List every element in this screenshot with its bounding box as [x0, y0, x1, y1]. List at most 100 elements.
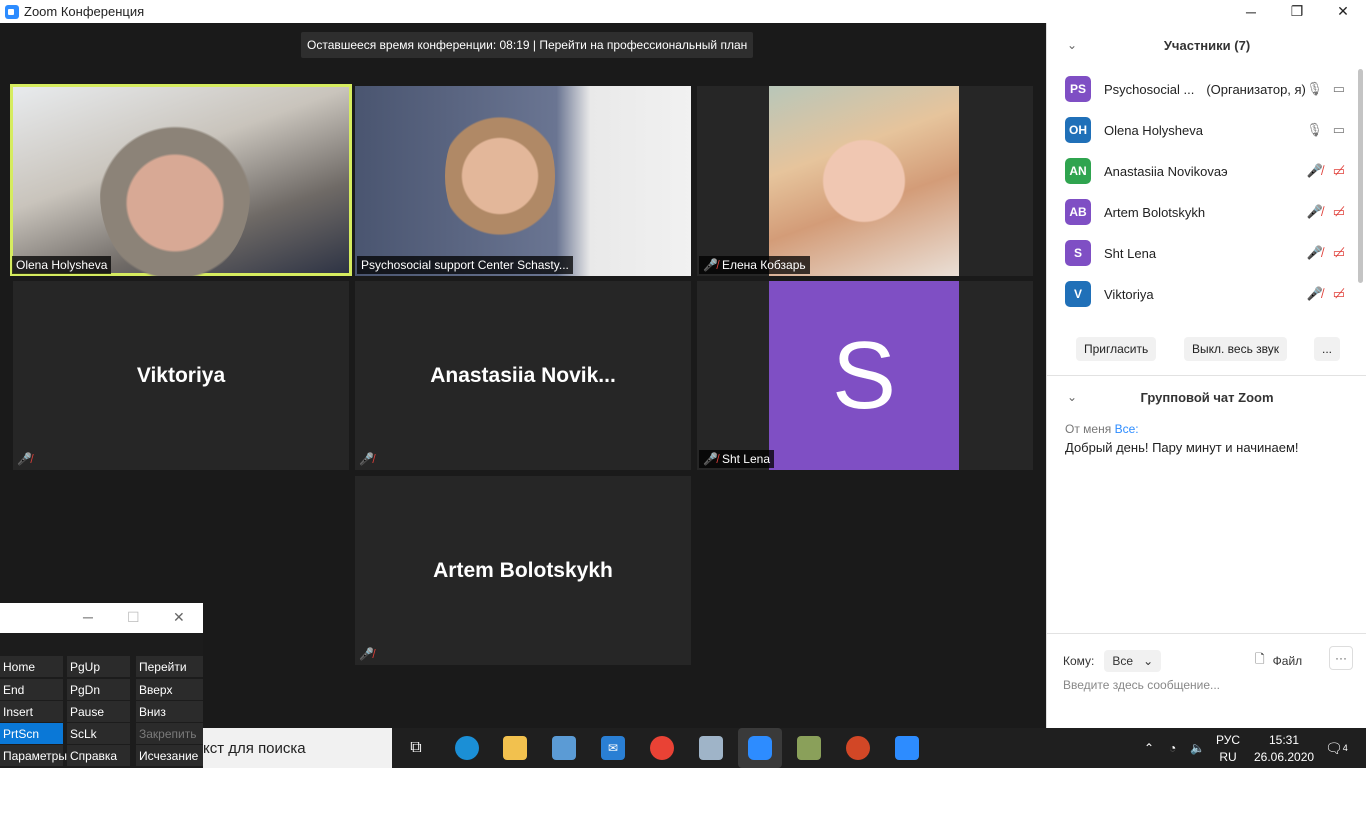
- video-tile-sht-lena[interactable]: S 🎤̸ Sht Lena: [697, 281, 1033, 470]
- task-view-icon[interactable]: ⧉: [404, 736, 428, 760]
- mic-icon[interactable]: 🎙: [1306, 122, 1323, 138]
- volume-icon[interactable]: 🔈: [1190, 728, 1205, 768]
- participant-name: Psychosocial ...: [1104, 81, 1195, 97]
- participant-name: Sht Lena: [1104, 245, 1157, 261]
- chat-sender: От меня Все:: [1065, 422, 1139, 436]
- edge-icon[interactable]: [455, 736, 479, 760]
- osk-key[interactable]: Исчезание: [136, 745, 203, 766]
- recipient-select[interactable]: Все ⌄: [1104, 650, 1162, 672]
- video-tile-psych[interactable]: Psychosocial support Center Schasty...: [355, 86, 691, 276]
- avatar: AN: [1065, 158, 1091, 184]
- camera-off-icon[interactable]: ▭̸: [1333, 204, 1345, 220]
- minimize-button[interactable]: ─: [1228, 0, 1274, 23]
- mic-icon[interactable]: 🎙: [1306, 81, 1323, 97]
- invite-button[interactable]: Пригласить: [1076, 337, 1157, 361]
- on-screen-keyboard: ─ ☐ ✕ Home PgUp Перейти End PgDn Вверх I…: [0, 603, 203, 768]
- participant-video: [100, 104, 250, 276]
- mic-muted-icon: 🎤̸: [17, 452, 32, 466]
- zoom-taskbar-button[interactable]: [738, 728, 782, 768]
- tile-name-label: Psychosocial support Center Schasty...: [357, 256, 573, 274]
- participant-row[interactable]: AB Artem Bolotskykh 🎤̸ ▭̸: [1065, 199, 1345, 225]
- video-tile-elena[interactable]: 🎤̸ Елена Кобзарь: [697, 86, 1033, 276]
- powerpoint-icon[interactable]: [846, 736, 870, 760]
- taskbar-search[interactable]: кст для поиска: [203, 728, 392, 768]
- chevron-down-icon[interactable]: ⌄: [1067, 390, 1077, 404]
- chrome-icon[interactable]: [650, 736, 674, 760]
- video-tile-anastasiia[interactable]: Anastasiia Novik... 🎤̸: [355, 281, 691, 470]
- camera-off-icon[interactable]: ▭̸: [1333, 163, 1345, 179]
- close-icon[interactable]: ✕: [173, 609, 185, 626]
- camera-off-icon[interactable]: ▭̸: [1333, 286, 1345, 302]
- participants-header[interactable]: ⌄ Участники (7): [1047, 38, 1366, 58]
- tile-name-label: 🎤̸ Sht Lena: [699, 450, 774, 468]
- osk-key[interactable]: Параметры: [0, 745, 67, 766]
- chat-header[interactable]: ⌄ Групповой чат Zoom: [1047, 390, 1366, 410]
- video-tile-viktoriya[interactable]: Viktoriya 🎤̸: [13, 281, 349, 470]
- chevron-down-icon[interactable]: ⌄: [1067, 38, 1077, 52]
- osk-key[interactable]: PgDn: [67, 679, 130, 700]
- osk-key[interactable]: Вниз: [136, 701, 203, 722]
- chat-message: Добрый день! Пару минут и начинаем!: [1065, 440, 1299, 455]
- mute-all-button[interactable]: Выкл. весь звук: [1184, 337, 1288, 361]
- notification-icon[interactable]: 🗨 4: [1325, 728, 1348, 768]
- participant-row[interactable]: AN Anastasiia Novikovaэ 🎤̸ ▭̸: [1065, 158, 1345, 184]
- tile-big-name: Viktoriya: [136, 363, 226, 387]
- video-tile-olena[interactable]: Olena Holysheva: [10, 84, 352, 276]
- time-remaining-banner[interactable]: Оставшееся время конференции: 08:19 | Пе…: [301, 32, 754, 58]
- osk-key[interactable]: PgUp: [67, 656, 130, 677]
- osk-key[interactable]: End: [0, 679, 63, 700]
- camera-icon[interactable]: ▭: [1333, 122, 1345, 138]
- osk-key[interactable]: Insert: [0, 701, 63, 722]
- participant-row[interactable]: PS Psychosocial ... (Организатор, я) 🎙 ▭: [1065, 76, 1345, 102]
- participant-name: Artem Bolotskykh: [1104, 204, 1206, 220]
- osk-key-prtscn[interactable]: PrtScn: [0, 723, 63, 744]
- restore-button[interactable]: ❐: [1274, 0, 1320, 23]
- clock[interactable]: 15:31 26.06.2020: [1254, 732, 1314, 766]
- divider: [1047, 375, 1366, 376]
- minimize-icon[interactable]: ─: [83, 609, 93, 625]
- participants-scrollbar[interactable]: [1358, 69, 1363, 283]
- osk-key[interactable]: Закрепить: [136, 723, 203, 744]
- file-icon: 🗋: [1255, 652, 1265, 666]
- chat-more-button[interactable]: ···: [1329, 646, 1353, 670]
- network-icon[interactable]: ◔: [1169, 728, 1176, 768]
- osk-key[interactable]: Перейти: [136, 656, 203, 677]
- tile-big-name: Artem Bolotskykh: [433, 558, 613, 582]
- language-indicator[interactable]: РУС RU: [1216, 732, 1240, 766]
- mic-muted-icon[interactable]: 🎤̸: [1307, 163, 1323, 179]
- osk-key[interactable]: Pause: [67, 701, 130, 722]
- file-button[interactable]: 🗋 Файл: [1255, 650, 1302, 671]
- osk-key[interactable]: ScLk: [67, 723, 130, 744]
- store-icon[interactable]: [552, 736, 576, 760]
- remote-desktop-icon[interactable]: [699, 736, 723, 760]
- participant-row[interactable]: S Sht Lena 🎤̸ ▭̸: [1065, 240, 1345, 266]
- camera-off-icon[interactable]: ▭̸: [1333, 245, 1345, 261]
- blank-area: [0, 768, 1366, 819]
- mic-muted-icon[interactable]: 🎤̸: [1307, 286, 1323, 302]
- osk-title-bar: ─ ☐ ✕: [0, 603, 203, 633]
- close-button[interactable]: ✕: [1320, 0, 1366, 23]
- osk-key[interactable]: Справка: [67, 745, 130, 766]
- maximize-icon[interactable]: ☐: [127, 609, 140, 626]
- video-tile-artem[interactable]: Artem Bolotskykh 🎤̸: [355, 476, 691, 665]
- mic-muted-icon: 🎤̸: [359, 647, 374, 661]
- osk-key[interactable]: Вверх: [136, 679, 203, 700]
- avatar-letter: S: [769, 281, 959, 470]
- osk-key[interactable]: Home: [0, 656, 63, 677]
- participant-row[interactable]: OH Olena Holysheva 🎙 ▭: [1065, 117, 1345, 143]
- mail-icon[interactable]: ✉: [601, 736, 625, 760]
- file-explorer-icon[interactable]: [503, 736, 527, 760]
- participant-name: Anastasiia Novikovaэ: [1104, 163, 1228, 179]
- camera-icon[interactable]: ▭: [1333, 81, 1345, 97]
- participant-row[interactable]: V Viktoriya 🎤̸ ▭̸: [1065, 281, 1345, 307]
- chevron-up-icon[interactable]: ⌃: [1144, 728, 1154, 768]
- video-app-icon[interactable]: [895, 736, 919, 760]
- chat-input[interactable]: Введите здесь сообщение...: [1063, 678, 1220, 692]
- mic-muted-icon[interactable]: 🎤̸: [1307, 204, 1323, 220]
- participants-more-button[interactable]: ...: [1314, 337, 1341, 361]
- title-bar: Zoom Конференция ─ ❐ ✕: [0, 0, 1366, 23]
- participant-name: Olena Holysheva: [1104, 122, 1203, 138]
- avatar: S: [1065, 240, 1091, 266]
- paint-icon[interactable]: [797, 736, 821, 760]
- mic-muted-icon[interactable]: 🎤̸: [1307, 245, 1323, 261]
